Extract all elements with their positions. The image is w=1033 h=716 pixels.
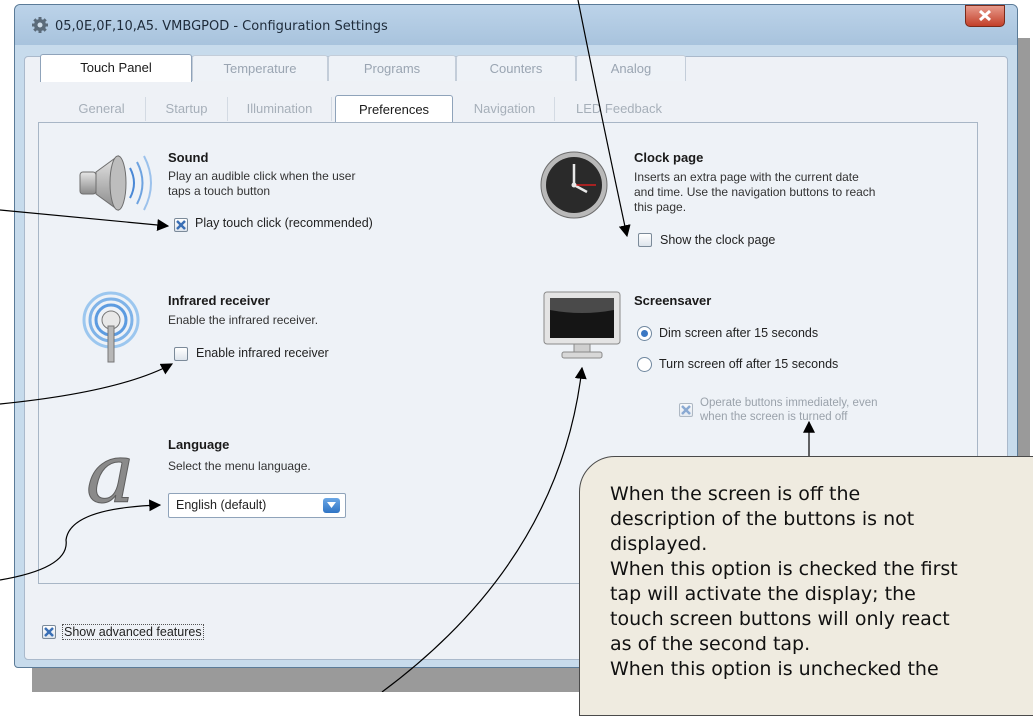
- arrow-touch-click: [0, 209, 170, 231]
- arrow-screensaver: [381, 366, 587, 692]
- arrow-infrared: [0, 363, 174, 405]
- arrow-language: [0, 499, 162, 581]
- callout-text: When the screen is off the description o…: [610, 483, 958, 680]
- arrow-clock: [577, 0, 631, 238]
